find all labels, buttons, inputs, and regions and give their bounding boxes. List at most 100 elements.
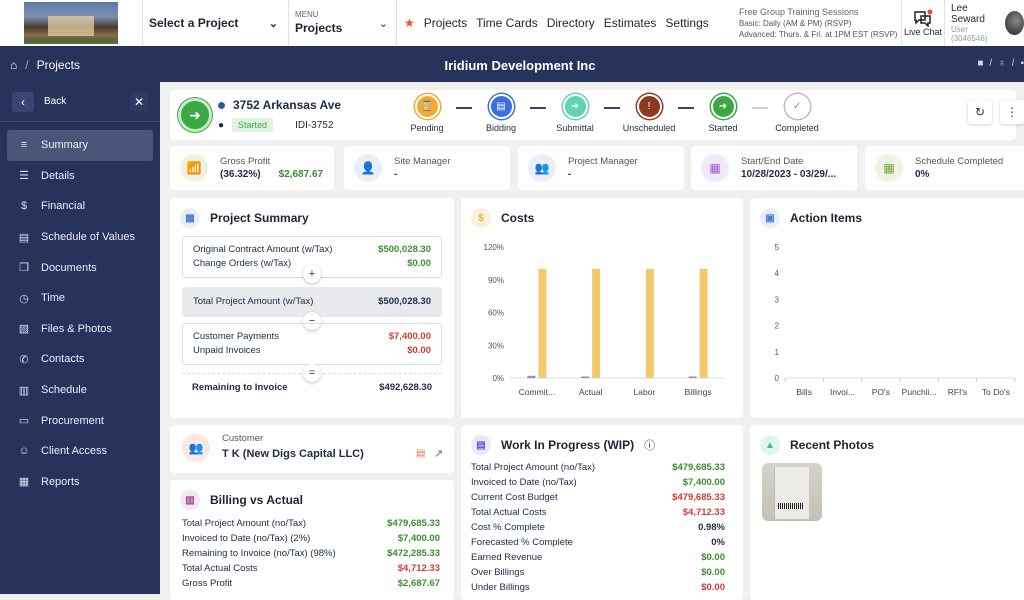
nav-directory[interactable]: Directory <box>547 16 595 30</box>
sidebar-item-files-photos[interactable]: ▧ Files & Photos <box>7 314 153 345</box>
bidding-step-icon: ▤ <box>488 94 514 119</box>
x-tick-label: Punchli... <box>902 387 937 397</box>
live-chat-button[interactable]: Live Chat <box>901 0 945 46</box>
external-link-icon[interactable]: ↗ <box>434 447 443 460</box>
menu-select[interactable]: MENU Projects ⌄ <box>289 0 397 46</box>
close-icon[interactable]: ✕ <box>130 92 148 111</box>
list-item: Total Project Amount (no/Tax) $479,685.33 <box>471 460 725 475</box>
nav-settings[interactable]: Settings <box>665 16 708 30</box>
project-name: 3752 Arkansas Ave <box>233 98 342 112</box>
sidebar-item-schedule[interactable]: ▥ Schedule <box>7 375 153 406</box>
unscheduled-step-icon: ! <box>636 94 662 119</box>
list-item: Total Actual Costs $4,712.33 <box>182 561 440 576</box>
lightbulb-icon[interactable]: ♁ <box>998 58 1006 69</box>
sidebar-item-procurement[interactable]: ▭ Procurement <box>7 405 153 436</box>
sidebar-item-summary[interactable]: ≡ Summary <box>7 130 153 161</box>
wip-card: ▤ Work In Progress (WIP) ⓘ Total Project… <box>461 425 743 600</box>
sidebar-item-financial[interactable]: $ Financial <box>7 191 153 222</box>
more-icon[interactable]: ▪ <box>1020 58 1024 69</box>
row-label: Remaining to Invoice (no/Tax) (98%) <box>182 548 336 559</box>
started-step-icon: ➜ <box>710 94 736 119</box>
bar-budget--1[interactable] <box>592 268 601 378</box>
bar-actual--1[interactable] <box>581 376 590 379</box>
step-completed[interactable]: ✓ Completed <box>768 94 826 133</box>
nav-estimates[interactable]: Estimates <box>604 16 657 30</box>
step-label: Pending <box>410 123 444 133</box>
reports-icon: ▦ <box>18 476 30 489</box>
bar-actual--0[interactable] <box>527 375 536 378</box>
sidebar-item-reports[interactable]: ▦ Reports <box>7 467 153 498</box>
x-tick-label: RFI's <box>948 387 968 397</box>
step-label: Started <box>708 123 738 133</box>
nav-projects[interactable]: Projects <box>424 16 467 30</box>
avatar[interactable] <box>1005 11 1024 35</box>
sidebar-item-label: Documents <box>41 261 97 274</box>
logo-image <box>24 2 118 44</box>
bar-budget--0[interactable] <box>538 268 547 378</box>
step-started[interactable]: ➜ Started <box>694 94 752 133</box>
panel-title: ▲ Recent Photos <box>760 435 874 455</box>
sidebar-item-schedule-of-values[interactable]: ▤ Schedule of Values <box>7 222 153 253</box>
training-basic-link[interactable]: Basic: Daily (AM & PM) (RSVP) <box>739 18 901 29</box>
sidebar-item-label: Contacts <box>41 353 85 366</box>
nav-time-cards[interactable]: Time Cards <box>476 16 538 30</box>
summary-icon: ≡ <box>20 139 28 152</box>
breadcrumb-projects[interactable]: Projects <box>37 58 80 72</box>
sidebar-item-label: Reports <box>41 475 80 488</box>
sidebar-item-label: Summary <box>41 139 89 152</box>
home-icon[interactable]: ⌂ <box>10 58 17 72</box>
training-info: Free Group Training Sessions Basic: Dail… <box>739 0 901 46</box>
step-pending[interactable]: ⌛ Pending <box>398 94 456 133</box>
step-unscheduled[interactable]: ! Unscheduled <box>620 94 678 133</box>
details-icon: ☰ <box>19 170 29 183</box>
kpi-value: (36.32%) $2,687.67 <box>220 169 323 180</box>
refresh-button[interactable]: ↻ <box>968 100 992 124</box>
row-value: $0.00 <box>701 567 725 578</box>
step-submittal[interactable]: ➜ Submittal <box>546 94 604 133</box>
list-item: Current Cost Budget $479,685.33 <box>471 490 725 505</box>
customer-icon: 👥 <box>182 434 210 462</box>
sidebar-item-time[interactable]: ◷ Time <box>7 283 153 314</box>
project-code: IDI-3752 <box>295 119 334 131</box>
user-name: Lee Seward <box>951 3 985 25</box>
sidebar-item-label: Schedule of Values <box>41 231 135 244</box>
row-value: $4,712.33 <box>397 563 440 574</box>
company-logo[interactable] <box>0 0 143 46</box>
bar-budget--3[interactable] <box>699 268 708 378</box>
y-tick-label: 2 <box>775 322 780 331</box>
user-menu[interactable]: Lee Seward User (3046546) <box>945 0 1024 46</box>
contact-card-icon[interactable]: ▤ <box>416 448 425 459</box>
training-advanced-link[interactable]: Advanced: Thurs. & Fri. at 1PM EST (RSVP… <box>739 29 901 40</box>
step-bidding[interactable]: ▤ Bidding <box>472 94 530 133</box>
row-value: 0% <box>711 537 725 548</box>
more-options-button[interactable]: ⋮ <box>1000 100 1024 124</box>
sidebar-item-label: Files & Photos <box>41 322 112 335</box>
back-label: Back <box>44 96 67 107</box>
row-value: $0.00 <box>701 582 725 593</box>
sidebar-item-details[interactable]: ☰ Details <box>7 161 153 192</box>
bar-actual--3[interactable] <box>688 376 697 379</box>
panel-title: ▤ Work In Progress (WIP) ⓘ <box>471 435 655 455</box>
y-tick-label: 4 <box>775 269 780 278</box>
back-button[interactable]: ‹ Back <box>12 91 67 112</box>
top-bar: Select a Project ⌄ MENU Projects ⌄ ★ Pro… <box>0 0 1024 48</box>
person-icon: ● <box>218 119 225 131</box>
main-content: ➜ 3752 Arkansas Ave ● Started IDI-3752 ⌛… <box>160 82 1024 600</box>
kpi-gross-profit: 📶 Gross Profit (36.32%) $2,687.67 <box>170 146 334 190</box>
video-icon[interactable]: ■ <box>977 58 983 69</box>
remaining-value: $492,628.30 <box>379 382 432 393</box>
project-select[interactable]: Select a Project ⌄ <box>143 0 289 46</box>
customer-name[interactable]: T K (New Digs Capital LLC) <box>222 448 364 460</box>
row-label: Current Cost Budget <box>471 492 558 503</box>
photo-thumbnail[interactable] <box>762 463 822 521</box>
sidebar-item-documents[interactable]: ❐ Documents <box>7 252 153 283</box>
sidebar-item-contacts[interactable]: ✆ Contacts <box>7 344 153 375</box>
info-icon[interactable]: ⓘ <box>644 437 655 453</box>
list-item: Total Project Amount (no/Tax) $479,685.33 <box>182 516 440 531</box>
chevron-left-icon: ‹ <box>12 91 34 112</box>
total-project-label: Total Project Amount (w/Tax) <box>193 296 314 307</box>
sidebar-item-client-access[interactable]: ☺ Client Access <box>7 436 153 467</box>
costs-card: $ Costs 0% 30% 60% 90% 120% Commit... Actual La… <box>461 198 743 418</box>
row-label: Total Project Amount (no/Tax) <box>471 462 596 473</box>
bar-budget--2[interactable] <box>645 268 654 378</box>
